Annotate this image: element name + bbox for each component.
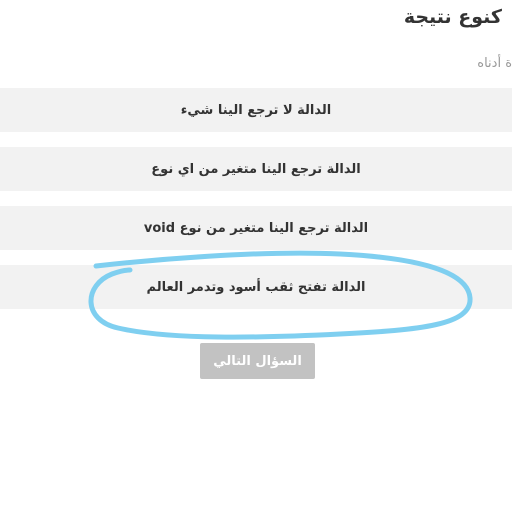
- answer-option-4[interactable]: الدالة تفتح ثقب أسود وتدمر العالم: [0, 265, 512, 309]
- answer-option-label: الدالة ترجع الينا متغير من اي نوع: [151, 161, 361, 177]
- answer-option-3[interactable]: الدالة ترجع الينا متغير من نوع void: [0, 206, 512, 250]
- quiz-page: كنوع نتيجة ة أدناه الدالة لا ترجع الينا …: [0, 0, 512, 512]
- next-question-button[interactable]: السؤال التالي: [200, 343, 315, 379]
- answer-option-label: الدالة تفتح ثقب أسود وتدمر العالم: [146, 279, 366, 295]
- question-title: كنوع نتيجة: [403, 6, 502, 28]
- answer-option-label: الدالة لا ترجع الينا شيء: [180, 102, 332, 118]
- hand-drawn-circle-annotation: [88, 250, 473, 340]
- question-instruction: ة أدناه: [477, 56, 512, 71]
- answer-option-1[interactable]: الدالة لا ترجع الينا شيء: [0, 88, 512, 132]
- answer-option-2[interactable]: الدالة ترجع الينا متغير من اي نوع: [0, 147, 512, 191]
- answer-option-label: الدالة ترجع الينا متغير من نوع void: [143, 220, 369, 236]
